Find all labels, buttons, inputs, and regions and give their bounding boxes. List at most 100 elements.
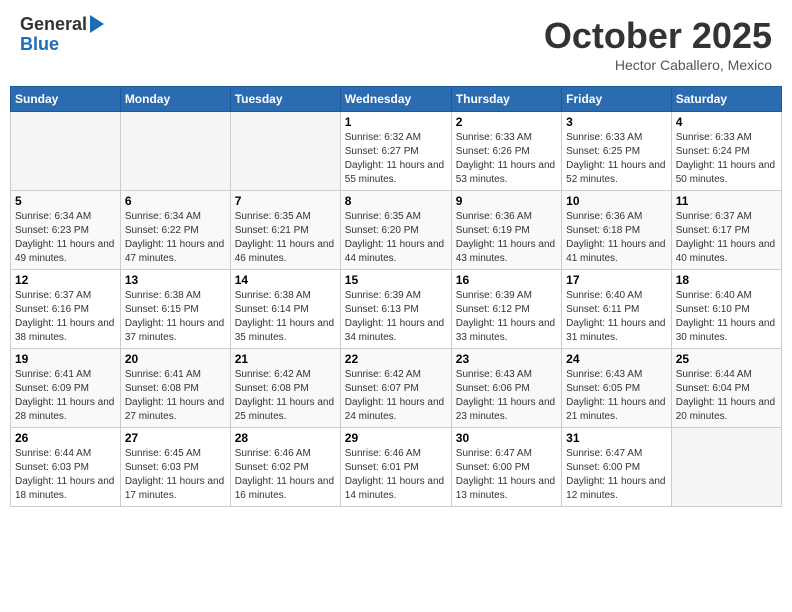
- sunrise-text: Sunrise: 6:39 AM: [345, 289, 447, 303]
- day-info: Sunrise: 6:47 AMSunset: 6:00 PMDaylight:…: [456, 447, 557, 503]
- calendar-cell: 9Sunrise: 6:36 AMSunset: 6:19 PMDaylight…: [451, 191, 561, 270]
- daylight-text: Daylight: 11 hours and 30 minutes.: [676, 317, 777, 345]
- daylight-text: Daylight: 11 hours and 18 minutes.: [15, 475, 116, 503]
- daylight-text: Daylight: 11 hours and 34 minutes.: [345, 317, 447, 345]
- calendar-cell: 20Sunrise: 6:41 AMSunset: 6:08 PMDayligh…: [120, 349, 230, 428]
- daylight-text: Daylight: 11 hours and 50 minutes.: [676, 159, 777, 187]
- calendar-cell: 4Sunrise: 6:33 AMSunset: 6:24 PMDaylight…: [671, 112, 781, 191]
- calendar-cell: 31 Sunrise: 6:47 AMSunset: 6:00 PMDayligh…: [562, 428, 672, 507]
- daylight-text: Daylight: 11 hours and 33 minutes.: [456, 317, 557, 345]
- calendar-cell: 21Sunrise: 6:42 AMSunset: 6:08 PMDayligh…: [230, 349, 340, 428]
- calendar-day-header: Thursday: [451, 87, 561, 112]
- daylight-text: Daylight: 11 hours and 14 minutes.: [345, 475, 447, 503]
- day-info: Sunrise: 6:38 AMSunset: 6:15 PMDaylight:…: [125, 289, 226, 345]
- sunrise-text: Sunrise: 6:32 AM: [345, 131, 447, 145]
- day-number: 28: [235, 431, 336, 445]
- calendar-day-header: Sunday: [11, 87, 121, 112]
- daylight-text: Daylight: 11 hours and 52 minutes.: [566, 159, 667, 187]
- day-info: Sunrise: 6:36 AMSunset: 6:19 PMDaylight:…: [456, 210, 557, 266]
- page-header: General Blue October 2025 Hector Caballe…: [10, 10, 782, 78]
- calendar-day-header: Saturday: [671, 87, 781, 112]
- day-number: 18: [676, 273, 777, 287]
- calendar-week-row: 12Sunrise: 6:37 AMSunset: 6:16 PMDayligh…: [11, 270, 782, 349]
- day-number: 21: [235, 352, 336, 366]
- calendar-cell: 12Sunrise: 6:37 AMSunset: 6:16 PMDayligh…: [11, 270, 121, 349]
- day-info: Sunrise: 6:33 AMSunset: 6:24 PMDaylight:…: [676, 131, 777, 187]
- day-info: Sunrise: 6:37 AMSunset: 6:16 PMDaylight:…: [15, 289, 116, 345]
- sunrise-text: Sunrise: 6:33 AM: [456, 131, 557, 145]
- calendar-cell: 16Sunrise: 6:39 AMSunset: 6:12 PMDayligh…: [451, 270, 561, 349]
- calendar-cell: 2Sunrise: 6:33 AMSunset: 6:26 PMDaylight…: [451, 112, 561, 191]
- sunset-text: Sunset: 6:20 PM: [345, 224, 447, 238]
- sunset-text: Sunset: 6:00 PM: [456, 461, 557, 475]
- daylight-text: Daylight: 11 hours and 55 minutes.: [345, 159, 447, 187]
- sunset-text: Sunset: 6:25 PM: [566, 145, 667, 159]
- day-info: Sunrise: 6:33 AMSunset: 6:26 PMDaylight:…: [456, 131, 557, 187]
- calendar-cell: 15Sunrise: 6:39 AMSunset: 6:13 PMDayligh…: [340, 270, 451, 349]
- calendar-day-header: Tuesday: [230, 87, 340, 112]
- day-number: 22: [345, 352, 447, 366]
- sunset-text: Sunset: 6:08 PM: [235, 382, 336, 396]
- daylight-text: Daylight: 11 hours and 47 minutes.: [125, 238, 226, 266]
- sunset-text: Sunset: 6:18 PM: [566, 224, 667, 238]
- day-info: Sunrise: 6:40 AMSunset: 6:10 PMDaylight:…: [676, 289, 777, 345]
- sunset-text: Sunset: 6:17 PM: [676, 224, 777, 238]
- sunset-text: Sunset: 6:22 PM: [125, 224, 226, 238]
- day-number: 31: [566, 431, 667, 445]
- calendar-cell: 6 Sunrise: 6:34 AMSunset: 6:22 PMDaylight…: [120, 191, 230, 270]
- sunrise-text: Sunrise: 6:34 AM: [125, 210, 226, 224]
- day-number: 14: [235, 273, 336, 287]
- calendar-cell: 18 Sunrise: 6:40 AMSunset: 6:10 PMDayligh…: [671, 270, 781, 349]
- sunset-text: Sunset: 6:06 PM: [456, 382, 557, 396]
- day-number: 3: [566, 115, 667, 129]
- day-info: Sunrise: 6:38 AMSunset: 6:14 PMDaylight:…: [235, 289, 336, 345]
- day-number: 11: [676, 194, 777, 208]
- sunset-text: Sunset: 6:00 PM: [566, 461, 667, 475]
- sunrise-text: Sunrise: 6:44 AM: [15, 447, 116, 461]
- calendar-cell: 29Sunrise: 6:46 AMSunset: 6:01 PMDayligh…: [340, 428, 451, 507]
- calendar-day-header: Monday: [120, 87, 230, 112]
- sunset-text: Sunset: 6:08 PM: [125, 382, 226, 396]
- sunrise-text: Sunrise: 6:35 AM: [235, 210, 336, 224]
- day-info: Sunrise: 6:36 AMSunset: 6:18 PMDaylight:…: [566, 210, 667, 266]
- day-number: 6: [125, 194, 226, 208]
- sunset-text: Sunset: 6:24 PM: [676, 145, 777, 159]
- daylight-text: Daylight: 11 hours and 43 minutes.: [456, 238, 557, 266]
- sunset-text: Sunset: 6:10 PM: [676, 303, 777, 317]
- daylight-text: Daylight: 11 hours and 44 minutes.: [345, 238, 447, 266]
- day-info: Sunrise: 6:34 AMSunset: 6:23 PMDaylight:…: [15, 210, 116, 266]
- sunrise-text: Sunrise: 6:38 AM: [125, 289, 226, 303]
- sunrise-text: Sunrise: 6:35 AM: [345, 210, 447, 224]
- day-info: Sunrise: 6:39 AMSunset: 6:13 PMDaylight:…: [345, 289, 447, 345]
- daylight-text: Daylight: 11 hours and 40 minutes.: [676, 238, 777, 266]
- month-title: October 2025: [544, 15, 772, 57]
- daylight-text: Daylight: 11 hours and 12 minutes.: [566, 475, 667, 503]
- calendar-cell: 24 Sunrise: 6:43 AMSunset: 6:05 PMDayligh…: [562, 349, 672, 428]
- sunrise-text: Sunrise: 6:40 AM: [676, 289, 777, 303]
- day-info: Sunrise: 6:46 AMSunset: 6:01 PMDaylight:…: [345, 447, 447, 503]
- sunset-text: Sunset: 6:23 PM: [15, 224, 116, 238]
- sunrise-text: Sunrise: 6:37 AM: [15, 289, 116, 303]
- daylight-text: Daylight: 11 hours and 38 minutes.: [15, 317, 116, 345]
- calendar-cell: 19Sunrise: 6:41 AMSunset: 6:09 PMDayligh…: [11, 349, 121, 428]
- day-info: Sunrise: 6:43 AMSunset: 6:05 PMDaylight:…: [566, 368, 667, 424]
- day-info: Sunrise: 6:47 AMSunset: 6:00 PMDaylight:…: [566, 447, 667, 503]
- day-number: 19: [15, 352, 116, 366]
- daylight-text: Daylight: 11 hours and 20 minutes.: [676, 396, 777, 424]
- sunrise-text: Sunrise: 6:34 AM: [15, 210, 116, 224]
- daylight-text: Daylight: 11 hours and 35 minutes.: [235, 317, 336, 345]
- calendar-cell: 7Sunrise: 6:35 AMSunset: 6:21 PMDaylight…: [230, 191, 340, 270]
- day-info: Sunrise: 6:42 AMSunset: 6:07 PMDaylight:…: [345, 368, 447, 424]
- sunrise-text: Sunrise: 6:43 AM: [456, 368, 557, 382]
- sunrise-text: Sunrise: 6:40 AM: [566, 289, 667, 303]
- logo-icon: [90, 15, 104, 33]
- calendar-cell: 22 Sunrise: 6:42 AMSunset: 6:07 PMDayligh…: [340, 349, 451, 428]
- calendar-cell: 26Sunrise: 6:44 AMSunset: 6:03 PMDayligh…: [11, 428, 121, 507]
- calendar-cell: [11, 112, 121, 191]
- sunrise-text: Sunrise: 6:45 AM: [125, 447, 226, 461]
- day-number: 24: [566, 352, 667, 366]
- day-number: 30: [456, 431, 557, 445]
- calendar-cell: 25Sunrise: 6:44 AMSunset: 6:04 PMDayligh…: [671, 349, 781, 428]
- calendar-header-row: SundayMondayTuesdayWednesdayThursdayFrid…: [11, 87, 782, 112]
- sunset-text: Sunset: 6:15 PM: [125, 303, 226, 317]
